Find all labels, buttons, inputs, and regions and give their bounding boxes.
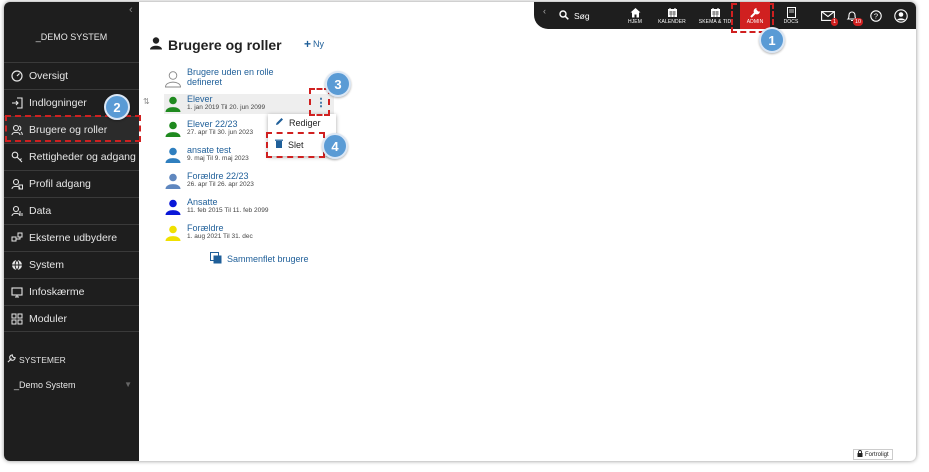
role-dates: 1. aug 2021 Til 31. dec [187, 233, 253, 240]
role-item-ansatte[interactable]: Ansatte 11. feb 2015 Til 11. feb 2099 [164, 197, 339, 216]
sidebar-item-label: Moduler [29, 312, 67, 325]
sidebar-item-oversigt[interactable]: Oversigt [4, 62, 139, 89]
nav-skema[interactable]: SKEMA & TID [694, 2, 736, 29]
merge-icon [210, 252, 222, 266]
role-user-icon [164, 146, 182, 164]
sidebar-item-label: Oversigt [29, 70, 69, 82]
sidebar-item-system[interactable]: System [4, 251, 139, 278]
role-name[interactable]: Elever [187, 94, 265, 104]
sidebar-item-data[interactable]: Data [4, 197, 139, 224]
sidebar: ‹ _DEMO SYSTEM Oversigt Indlogninger Bru… [4, 2, 139, 461]
sidebar-item-label: Profil adgang [29, 178, 91, 190]
plus-icon: + [304, 36, 312, 51]
top-bar: ‹ Søg HJEM KALENDER SKEMA & TID ADMIN DO… [534, 2, 916, 29]
user-avatar-icon [894, 8, 908, 23]
step-badge-1: 1 [759, 27, 785, 53]
data-icon [10, 204, 24, 218]
highlight-more-options [309, 88, 330, 116]
mail-count-badge: 1 [831, 18, 839, 26]
role-dates: 9. maj Til 9. maj 2023 [187, 155, 249, 162]
login-icon [10, 96, 24, 110]
sort-handle-icon[interactable]: ⇅ [143, 97, 150, 106]
caret-down-icon: ▼ [124, 380, 132, 389]
role-name[interactable]: Brugere uden en rolle defineret [187, 67, 297, 87]
sidebar-item-label: Infoskærme [29, 286, 85, 298]
nav-kalender[interactable]: KALENDER [654, 2, 690, 29]
help-icon: ? [870, 9, 882, 22]
profile-access-icon [10, 177, 24, 191]
user-icon [149, 36, 163, 53]
role-item-foraeldre-2223[interactable]: Forældre 22/23 26. apr Til 26. apr 2023 [164, 171, 339, 190]
profile-button[interactable] [892, 2, 910, 29]
schedule-icon [710, 7, 721, 19]
app-window: ‹ _DEMO SYSTEM Oversigt Indlogninger Bru… [4, 2, 916, 461]
pencil-icon [275, 117, 284, 128]
external-providers-icon [10, 231, 24, 245]
sidebar-item-label: Eksterne udbydere [29, 232, 118, 244]
globe-icon [10, 258, 24, 272]
document-icon [786, 7, 796, 19]
role-name[interactable]: ansate test [187, 145, 249, 155]
sidebar-item-label: Data [29, 205, 52, 217]
svg-text:?: ? [874, 11, 878, 20]
nav-docs[interactable]: DOCS [780, 2, 802, 29]
systems-heading: SYSTEMER [7, 354, 66, 365]
search-icon [559, 9, 569, 22]
user-outline-icon [164, 70, 182, 88]
wrench-icon [7, 354, 16, 365]
role-dates: 11. feb 2015 Til 11. feb 2099 [187, 207, 269, 214]
sidebar-item-infoskaerme[interactable]: Infoskærme [4, 278, 139, 305]
role-user-icon [164, 198, 182, 216]
monitor-icon [10, 285, 24, 299]
role-dates: 27. apr Til 30. jun 2023 [187, 129, 254, 136]
sidebar-item-eksterne-udbydere[interactable]: Eksterne udbydere [4, 224, 139, 251]
role-name[interactable]: Forældre [187, 223, 253, 233]
step-badge-4: 4 [322, 133, 348, 159]
role-user-icon [164, 120, 182, 138]
system-selector[interactable]: _Demo System ▼ [14, 380, 132, 390]
lock-icon [857, 450, 863, 459]
calendar-icon [667, 7, 678, 19]
sidebar-item-label: System [29, 259, 65, 271]
system-brand: _DEMO SYSTEM [35, 32, 108, 42]
notification-count-badge: 10 [853, 18, 864, 26]
key-icon [10, 150, 24, 164]
edit-menu-item[interactable]: Rediger [275, 117, 321, 128]
sidebar-item-rettigheder[interactable]: Rettigheder og adgang [4, 143, 139, 170]
sidebar-item-profil-adgang[interactable]: Profil adgang [4, 170, 139, 197]
sidebar-item-label: Indlogninger [29, 97, 87, 109]
sidebar-item-moduler[interactable]: Moduler [4, 305, 139, 332]
home-icon [630, 7, 641, 19]
highlight-delete [266, 132, 325, 158]
step-badge-2: 2 [104, 94, 130, 120]
sidebar-item-label: Rettigheder og adgang [29, 151, 136, 163]
new-role-button[interactable]: + Ny [304, 36, 324, 51]
role-dates: 1. jan 2019 Til 20. jun 2099 [187, 104, 266, 111]
system-name: _Demo System [14, 380, 76, 390]
role-dates: 26. apr Til 26. apr 2023 [187, 181, 254, 188]
search-button[interactable]: Søg [559, 2, 590, 29]
role-item-no-role[interactable]: Brugere uden en rolle defineret [164, 67, 339, 88]
dashboard-icon [10, 69, 24, 83]
confidential-label: Fortroligt [853, 449, 893, 460]
chevron-left-icon[interactable]: ‹ [543, 6, 546, 16]
search-label: Søg [574, 10, 590, 21]
role-name[interactable]: Elever 22/23 [187, 119, 253, 129]
nav-hjem[interactable]: HJEM [621, 2, 649, 29]
collapse-sidebar-icon[interactable]: ‹ [129, 4, 133, 16]
step-badge-3: 3 [325, 71, 351, 97]
role-user-icon [164, 224, 182, 242]
page-title: Brugere og roller [149, 36, 282, 53]
role-user-icon [164, 95, 182, 113]
role-user-icon [164, 172, 182, 190]
role-item-foraeldre[interactable]: Forældre 1. aug 2021 Til 31. dec [164, 223, 339, 242]
modules-icon [10, 312, 24, 326]
merge-users-link[interactable]: Sammenflet brugere [210, 252, 309, 266]
help-button[interactable]: ? [868, 2, 884, 29]
role-name[interactable]: Forældre 22/23 [187, 171, 254, 181]
role-name[interactable]: Ansatte [187, 197, 268, 207]
